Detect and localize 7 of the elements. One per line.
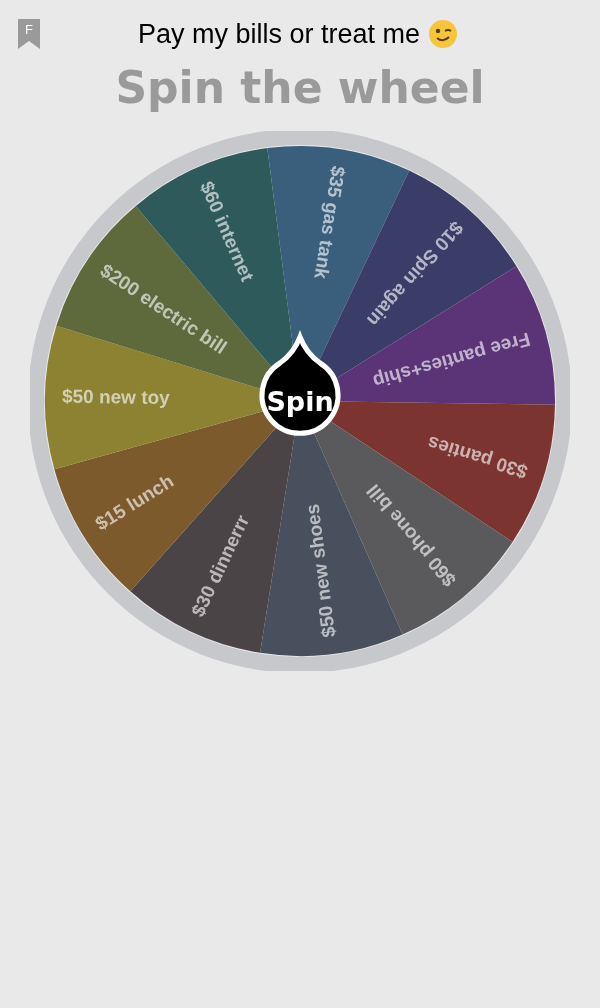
page-heading: Spin the wheel bbox=[114, 62, 486, 113]
wink-face-icon bbox=[428, 19, 459, 49]
segment-label: $50 new toy bbox=[61, 385, 170, 409]
segment-label: $35 gas tank bbox=[310, 164, 350, 281]
post-title: Pay my bills or treat me bbox=[138, 18, 421, 50]
segment-label: $50 new shoes bbox=[301, 502, 340, 639]
segment-label: $30 panties bbox=[424, 432, 531, 483]
